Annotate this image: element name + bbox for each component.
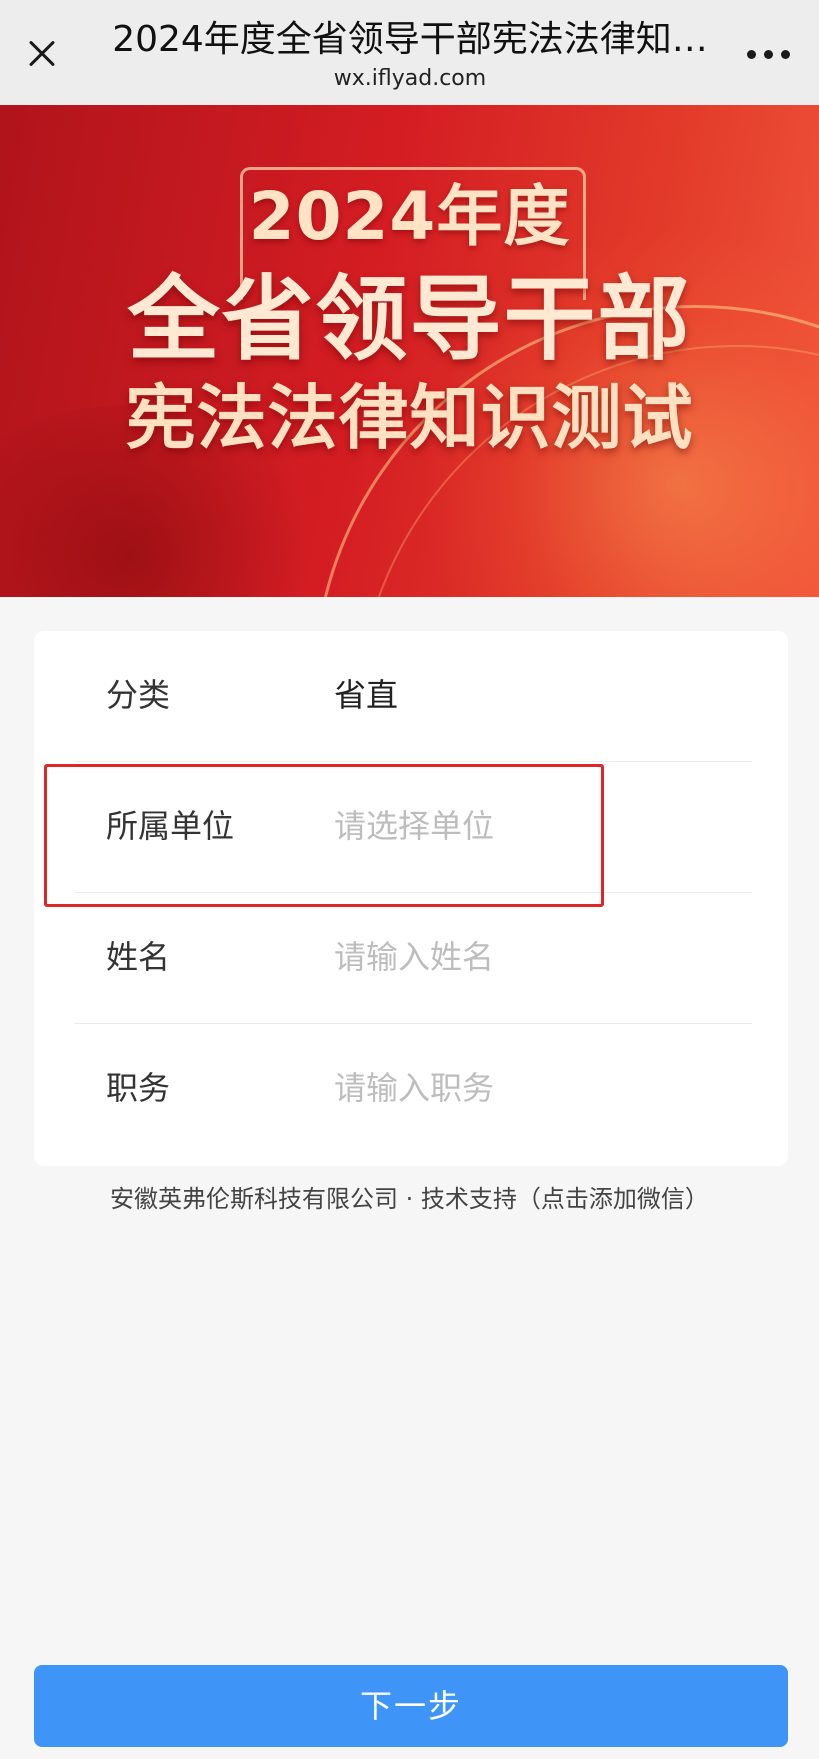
banner-headline: 全省领导干部 [127, 266, 692, 373]
form-row-unit[interactable]: 所属单位 [34, 762, 788, 893]
close-icon[interactable] [18, 30, 66, 78]
title-block: 2024年度全省领导干部宪法法律知… wx.iflyad.com [100, 18, 720, 92]
category-value: 省直 [334, 676, 399, 714]
form-row-category: 分类 省直 [34, 631, 788, 762]
banner-image: 2024年度 全省领导干部 宪法法律知识测试 [0, 105, 819, 597]
banner-year: 2024年度 [248, 178, 571, 255]
top-nav-bar: 2024年度全省领导干部宪法法律知… wx.iflyad.com [0, 0, 819, 105]
registration-form: 分类 省直 所属单位 姓名 职务 [34, 631, 788, 1166]
name-label: 姓名 [106, 938, 171, 976]
next-step-button[interactable]: 下一步 [34, 1665, 788, 1747]
banner-subheadline: 宪法法律知识测试 [125, 377, 694, 459]
position-label: 职务 [106, 1069, 171, 1107]
more-icon[interactable] [741, 38, 797, 68]
unit-label: 所属单位 [106, 807, 235, 845]
form-row-position: 职务 [34, 1024, 788, 1155]
page: 2024年度全省领导干部宪法法律知… wx.iflyad.com 2024年度 … [0, 0, 819, 1759]
page-title: 2024年度全省领导干部宪法法律知… [112, 19, 708, 60]
form-row-name: 姓名 [34, 893, 788, 1024]
name-input[interactable] [334, 931, 734, 983]
tech-support-link[interactable]: 安徽英弗伦斯科技有限公司 · 技术支持（点击添加微信） [0, 1182, 819, 1216]
unit-select[interactable] [334, 800, 734, 852]
page-url: wx.iflyad.com [333, 66, 487, 91]
position-input[interactable] [334, 1062, 734, 1114]
category-label: 分类 [106, 676, 171, 714]
